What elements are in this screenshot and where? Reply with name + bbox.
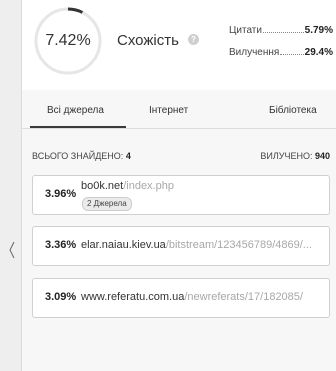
stat-value: 5.79% [304, 25, 333, 36]
dot-leader [262, 25, 304, 33]
source-domain: www.referatu.com.ua [81, 291, 185, 303]
tab-library[interactable]: Бібліотека [269, 105, 317, 116]
source-percent: 3.36% [45, 239, 77, 251]
excluded-value: 940 [314, 151, 330, 161]
source-percent: 3.09% [45, 291, 77, 303]
source-percent: 3.96% [45, 188, 77, 200]
excluded-count: ВИЛУЧЕНО: 940 [260, 151, 330, 161]
stat-citations: Цитати 5.79% [229, 25, 333, 36]
active-tab-indicator [30, 126, 126, 128]
source-url[interactable]: bo0k.net/index.php [81, 180, 325, 192]
source-url[interactable]: www.referatu.com.ua/newreferats/17/18208… [81, 291, 325, 303]
similarity-value: 7.42% [45, 32, 91, 49]
source-card[interactable]: 3.09% www.referatu.com.ua/newreferats/17… [32, 278, 330, 318]
info-icon[interactable]: ? [188, 34, 199, 45]
source-path: /index.php [123, 180, 174, 192]
chevron-left-icon [9, 241, 15, 259]
source-url[interactable]: elar.naiau.kiev.ua/bitstream/123456789/4… [81, 239, 325, 251]
source-domain: elar.naiau.kiev.ua [81, 239, 166, 251]
similarity-label: Схожість [117, 32, 179, 49]
excluded-label: ВИЛУЧЕНО: [260, 151, 313, 161]
tab-all-sources[interactable]: Всі джерела [47, 105, 104, 116]
source-path: /newreferats/17/182085/ [184, 291, 303, 303]
similarity-header: 7.42% Схожість ? Цитати 5.79% Вилучення … [22, 0, 336, 90]
source-card[interactable]: 3.96% bo0k.net/index.php 2 Джерела [32, 175, 330, 215]
stat-label: Цитати [229, 25, 262, 36]
found-count: ВСЬОГО ЗНАЙДЕНО: 4 [32, 151, 131, 161]
source-domain: bo0k.net [81, 180, 124, 192]
similarity-gauge: 7.42% [32, 5, 104, 77]
stat-exclusions: Вилучення 29.4% [229, 47, 333, 58]
sources-panel: 7.42% Схожість ? Цитати 5.79% Вилучення … [22, 0, 336, 371]
collapse-panel-button[interactable] [6, 236, 18, 264]
found-value: 4 [125, 151, 131, 161]
tab-internet[interactable]: Інтернет [149, 105, 188, 116]
source-card[interactable]: 3.36% elar.naiau.kiev.ua/bitstream/12345… [32, 226, 330, 266]
stat-label: Вилучення [229, 47, 280, 58]
stat-value: 29.4% [304, 47, 333, 58]
dot-leader [280, 47, 304, 55]
source-tabs: Всі джерела Інтернет Бібліотека [22, 102, 336, 129]
sources-count-badge[interactable]: 2 Джерела [82, 197, 132, 211]
found-label: ВСЬОГО ЗНАЙДЕНО: [32, 151, 124, 161]
source-path: /bitstream/123456789/4869/... [165, 239, 312, 251]
sidebar-strip [0, 0, 22, 371]
